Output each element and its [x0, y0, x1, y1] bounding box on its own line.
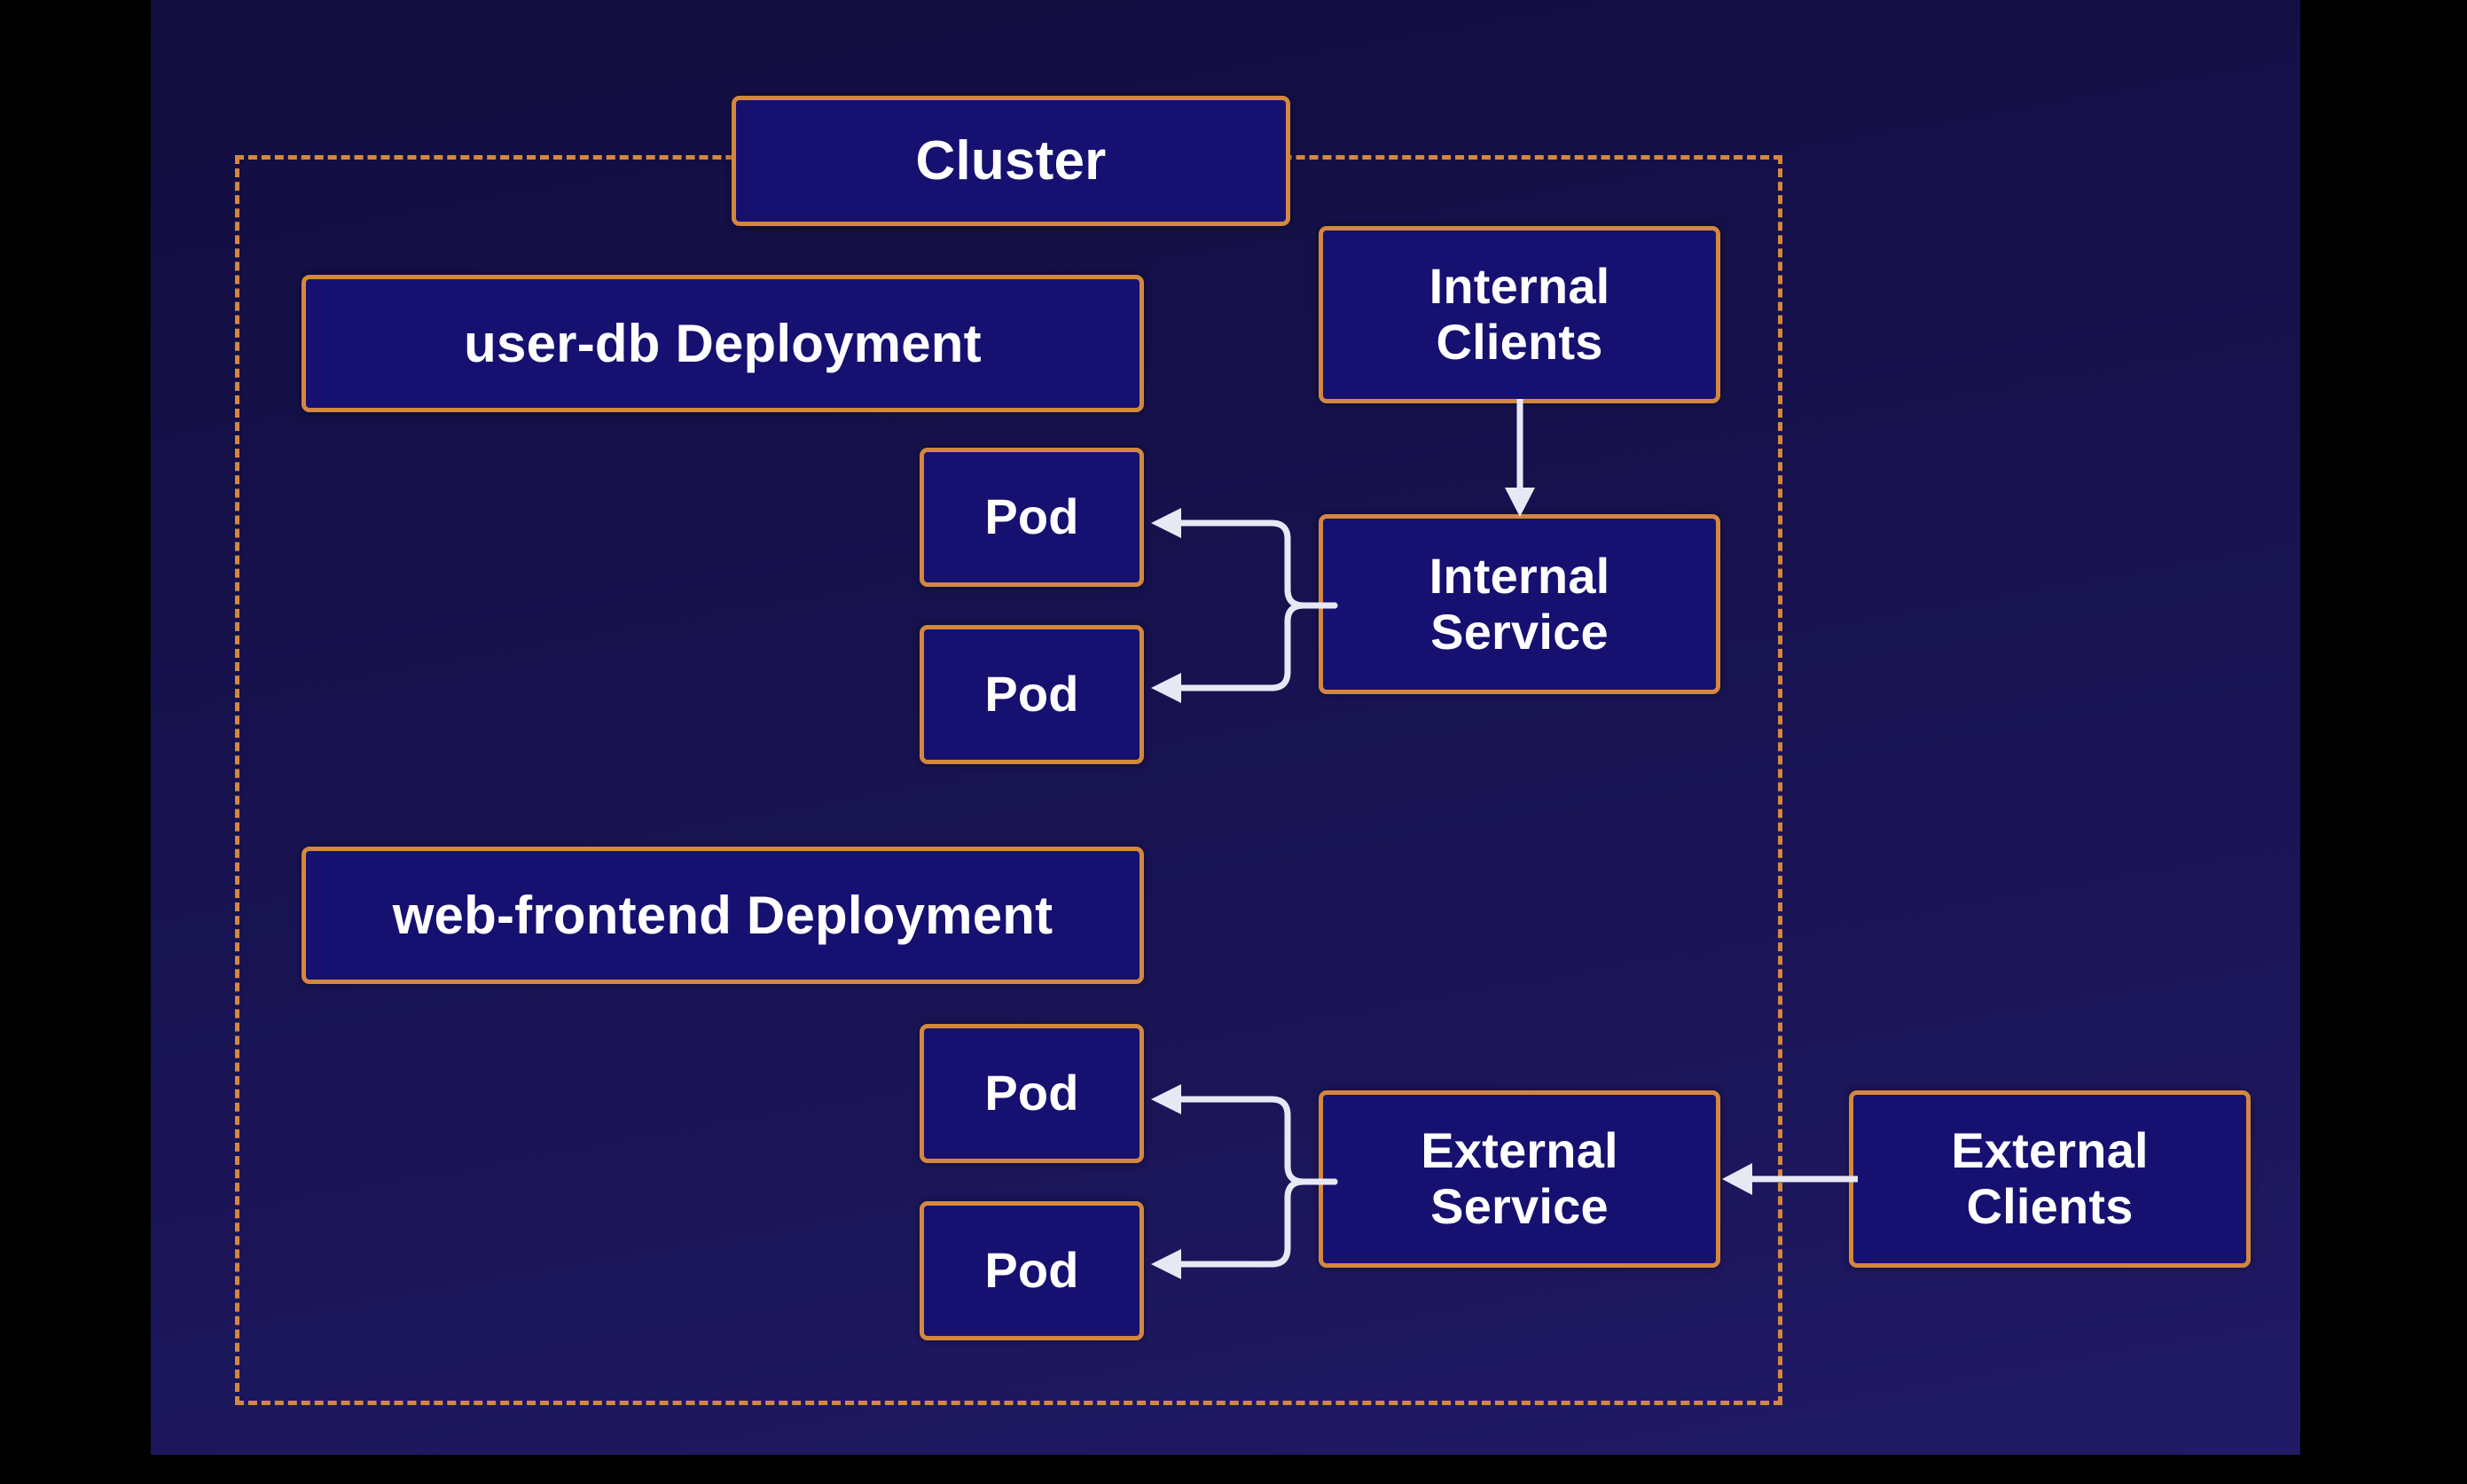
web-frontend-pod-1[interactable]: Pod: [920, 1024, 1144, 1163]
user-db-pod-2[interactable]: Pod: [920, 625, 1144, 764]
external-service-box[interactable]: External Service: [1319, 1090, 1720, 1268]
user-db-pod-2-label: Pod: [984, 666, 1079, 722]
cluster-box[interactable]: Cluster: [732, 96, 1290, 226]
internal-clients-box[interactable]: Internal Clients: [1319, 226, 1720, 403]
web-frontend-deployment-box[interactable]: web-frontend Deployment: [302, 847, 1144, 984]
user-db-deployment-box[interactable]: user-db Deployment: [302, 275, 1144, 412]
web-frontend-pod-1-label: Pod: [984, 1065, 1079, 1121]
web-frontend-pod-2[interactable]: Pod: [920, 1201, 1144, 1340]
diagram-canvas: Cluster user-db Deployment Pod Pod Inter…: [151, 0, 2300, 1455]
external-clients-label-line1: External: [1951, 1122, 2149, 1179]
user-db-pod-1[interactable]: Pod: [920, 448, 1144, 587]
internal-service-label-line2: Service: [1430, 603, 1609, 660]
cluster-label: Cluster: [915, 129, 1107, 191]
external-service-label-line1: External: [1421, 1122, 1618, 1179]
internal-service-box[interactable]: Internal Service: [1319, 514, 1720, 694]
user-db-pod-1-label: Pod: [984, 488, 1079, 545]
internal-clients-label-line2: Clients: [1436, 314, 1603, 370]
web-frontend-pod-2-label: Pod: [984, 1242, 1079, 1299]
external-clients-box[interactable]: External Clients: [1849, 1090, 2251, 1268]
internal-clients-label-line1: Internal: [1429, 258, 1610, 315]
external-service-label-line2: Service: [1430, 1178, 1609, 1234]
external-clients-label-line2: Clients: [1966, 1178, 2134, 1234]
web-frontend-deployment-label: web-frontend Deployment: [392, 885, 1053, 945]
user-db-deployment-label: user-db Deployment: [464, 313, 982, 373]
internal-service-label-line1: Internal: [1429, 547, 1610, 604]
slide-stage: Cluster user-db Deployment Pod Pod Inter…: [0, 0, 2467, 1484]
